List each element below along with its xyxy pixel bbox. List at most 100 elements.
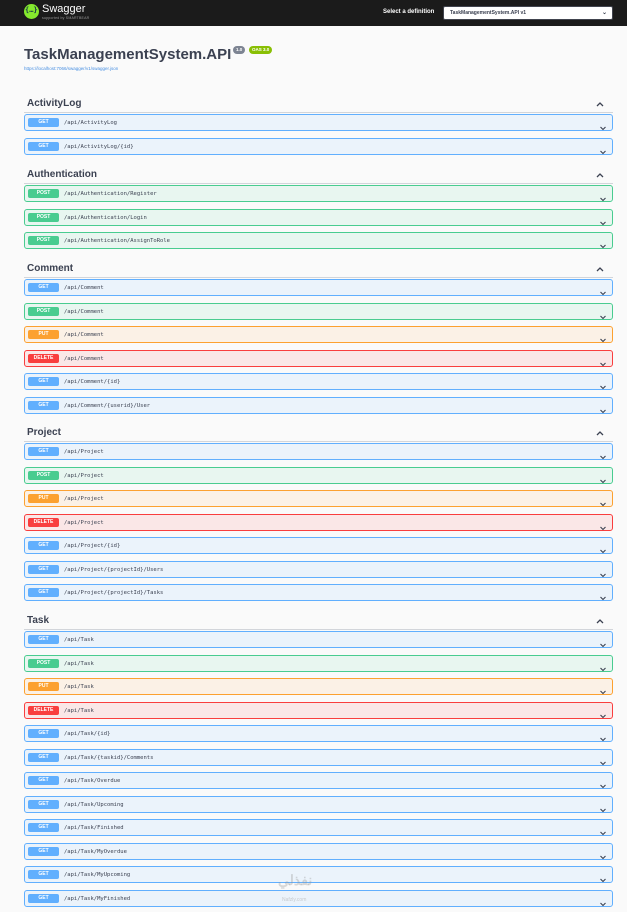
operation-path: /api/Authentication/Login bbox=[64, 215, 147, 221]
chevron-down-icon[interactable] bbox=[599, 707, 607, 719]
chevron-down-icon[interactable] bbox=[599, 331, 607, 343]
method-badge: GET bbox=[28, 870, 59, 879]
chevron-down-icon[interactable] bbox=[599, 355, 607, 367]
operation-get-row[interactable]: GET/api/Project bbox=[24, 443, 613, 460]
operation-post-row[interactable]: POST/api/Authentication/AssignToRole bbox=[24, 232, 613, 249]
method-badge: POST bbox=[28, 659, 59, 668]
chevron-up-icon[interactable] bbox=[595, 425, 605, 436]
method-badge: DELETE bbox=[28, 518, 59, 527]
operation-path: /api/Project/{projectId}/Tasks bbox=[64, 590, 164, 596]
chevron-up-icon[interactable] bbox=[595, 261, 605, 272]
section-header-comment[interactable]: Comment bbox=[24, 258, 613, 278]
operation-path: /api/Project bbox=[64, 520, 104, 526]
operation-get-row[interactable]: GET/api/Task/MyOverdue bbox=[24, 843, 613, 860]
chevron-up-icon[interactable] bbox=[595, 613, 605, 624]
operation-get-row[interactable]: GET/api/Task/{id} bbox=[24, 725, 613, 742]
operation-delete-row[interactable]: DELETE/api/Project bbox=[24, 514, 613, 531]
operation-path: /api/Comment/{id} bbox=[64, 379, 121, 385]
operation-get-row[interactable]: GET/api/Task bbox=[24, 631, 613, 648]
operation-get-row[interactable]: GET/api/Task/Overdue bbox=[24, 772, 613, 789]
chevron-down-icon[interactable] bbox=[599, 448, 607, 460]
operation-get-row[interactable]: GET/api/ActivityLog/{id} bbox=[24, 138, 613, 155]
chevron-down-icon[interactable] bbox=[599, 378, 607, 390]
chevron-down-icon[interactable] bbox=[599, 308, 607, 320]
method-badge: PUT bbox=[28, 682, 59, 691]
operation-put-row[interactable]: PUT/api/Task bbox=[24, 678, 613, 695]
operation-post-row[interactable]: POST/api/Task bbox=[24, 655, 613, 672]
chevron-up-icon[interactable] bbox=[595, 167, 605, 178]
operation-put-row[interactable]: PUT/api/Project bbox=[24, 490, 613, 507]
operation-get-row[interactable]: GET/api/Project/{projectId}/Users bbox=[24, 561, 613, 578]
operation-path: /api/Comment/{userid}/User bbox=[64, 403, 151, 409]
chevron-down-icon[interactable] bbox=[599, 824, 607, 836]
chevron-down-icon[interactable] bbox=[599, 119, 607, 131]
method-badge: GET bbox=[28, 635, 59, 644]
chevron-down-icon[interactable] bbox=[599, 871, 607, 883]
section-header-authentication[interactable]: Authentication bbox=[24, 164, 613, 184]
method-badge: GET bbox=[28, 541, 59, 550]
spec-url-link[interactable]: https://localhost:7066/swagger/v1/swagge… bbox=[24, 66, 118, 71]
chevron-down-icon[interactable] bbox=[599, 542, 607, 554]
operation-get-row[interactable]: GET/api/Project/{projectId}/Tasks bbox=[24, 584, 613, 601]
chevron-down-icon[interactable] bbox=[599, 566, 607, 578]
chevron-down-icon[interactable] bbox=[599, 190, 607, 202]
operation-get-row[interactable]: GET/api/Comment bbox=[24, 279, 613, 296]
chevron-down-icon[interactable] bbox=[599, 754, 607, 766]
brand-name[interactable]: Swagger bbox=[42, 4, 85, 15]
chevron-down-icon[interactable] bbox=[599, 589, 607, 601]
method-badge: GET bbox=[28, 753, 59, 762]
method-badge: GET bbox=[28, 588, 59, 597]
operation-get-row[interactable]: GET/api/Comment/{userid}/User bbox=[24, 397, 613, 414]
section-title: Comment bbox=[27, 263, 74, 274]
operation-get-row[interactable]: GET/api/Task/Finished bbox=[24, 819, 613, 836]
definition-select[interactable]: TaskManagementSystem.API v1 ⌄ bbox=[443, 6, 613, 20]
operation-get-row[interactable]: GET/api/Task/Upcoming bbox=[24, 796, 613, 813]
chevron-down-icon[interactable] bbox=[599, 402, 607, 414]
chevron-down-icon[interactable] bbox=[599, 214, 607, 226]
operation-get-row[interactable]: GET/api/ActivityLog bbox=[24, 114, 613, 131]
chevron-down-icon[interactable] bbox=[599, 801, 607, 813]
chevron-down-icon: ⌄ bbox=[601, 10, 607, 16]
method-badge: POST bbox=[28, 236, 59, 245]
section-header-project[interactable]: Project bbox=[24, 422, 613, 442]
operation-get-row[interactable]: GET/api/Task/MyUpcoming bbox=[24, 866, 613, 883]
chevron-down-icon[interactable] bbox=[599, 895, 607, 907]
operation-post-row[interactable]: POST/api/Comment bbox=[24, 303, 613, 320]
operation-get-row[interactable]: GET/api/Task/MyFinished bbox=[24, 890, 613, 907]
operation-get-row[interactable]: GET/api/Project/{id} bbox=[24, 537, 613, 554]
method-badge: DELETE bbox=[28, 354, 59, 363]
chevron-down-icon[interactable] bbox=[599, 284, 607, 296]
operation-get-row[interactable]: GET/api/Task/{taskid}/Comments bbox=[24, 749, 613, 766]
chevron-down-icon[interactable] bbox=[599, 730, 607, 742]
operation-post-row[interactable]: POST/api/Authentication/Register bbox=[24, 185, 613, 202]
operation-put-row[interactable]: PUT/api/Comment bbox=[24, 326, 613, 343]
swagger-logo-icon[interactable] bbox=[24, 4, 39, 19]
chevron-down-icon[interactable] bbox=[599, 777, 607, 789]
chevron-down-icon[interactable] bbox=[599, 660, 607, 672]
section-header-activitylog[interactable]: ActivityLog bbox=[24, 93, 613, 113]
chevron-down-icon[interactable] bbox=[599, 848, 607, 860]
operation-path: /api/Comment bbox=[64, 309, 104, 315]
chevron-down-icon[interactable] bbox=[599, 472, 607, 484]
section-header-task[interactable]: Task bbox=[24, 610, 613, 630]
chevron-down-icon[interactable] bbox=[599, 495, 607, 507]
chevron-down-icon[interactable] bbox=[599, 237, 607, 249]
operation-get-row[interactable]: GET/api/Comment/{id} bbox=[24, 373, 613, 390]
operation-delete-row[interactable]: DELETE/api/Comment bbox=[24, 350, 613, 367]
method-badge: DELETE bbox=[28, 706, 59, 715]
chevron-down-icon[interactable] bbox=[599, 636, 607, 648]
method-badge: GET bbox=[28, 894, 59, 903]
operation-post-row[interactable]: POST/api/Project bbox=[24, 467, 613, 484]
method-badge: GET bbox=[28, 729, 59, 738]
operation-path: /api/Comment bbox=[64, 332, 104, 338]
chevron-down-icon[interactable] bbox=[599, 143, 607, 155]
operation-path: /api/Task/Upcoming bbox=[64, 802, 124, 808]
watermark-subtitle: Nafzly.com bbox=[282, 897, 307, 903]
operation-path: /api/Project bbox=[64, 449, 104, 455]
operation-path: /api/ActivityLog bbox=[64, 120, 117, 126]
operation-delete-row[interactable]: DELETE/api/Task bbox=[24, 702, 613, 719]
operation-post-row[interactable]: POST/api/Authentication/Login bbox=[24, 209, 613, 226]
chevron-down-icon[interactable] bbox=[599, 519, 607, 531]
chevron-down-icon[interactable] bbox=[599, 683, 607, 695]
chevron-up-icon[interactable] bbox=[595, 96, 605, 107]
